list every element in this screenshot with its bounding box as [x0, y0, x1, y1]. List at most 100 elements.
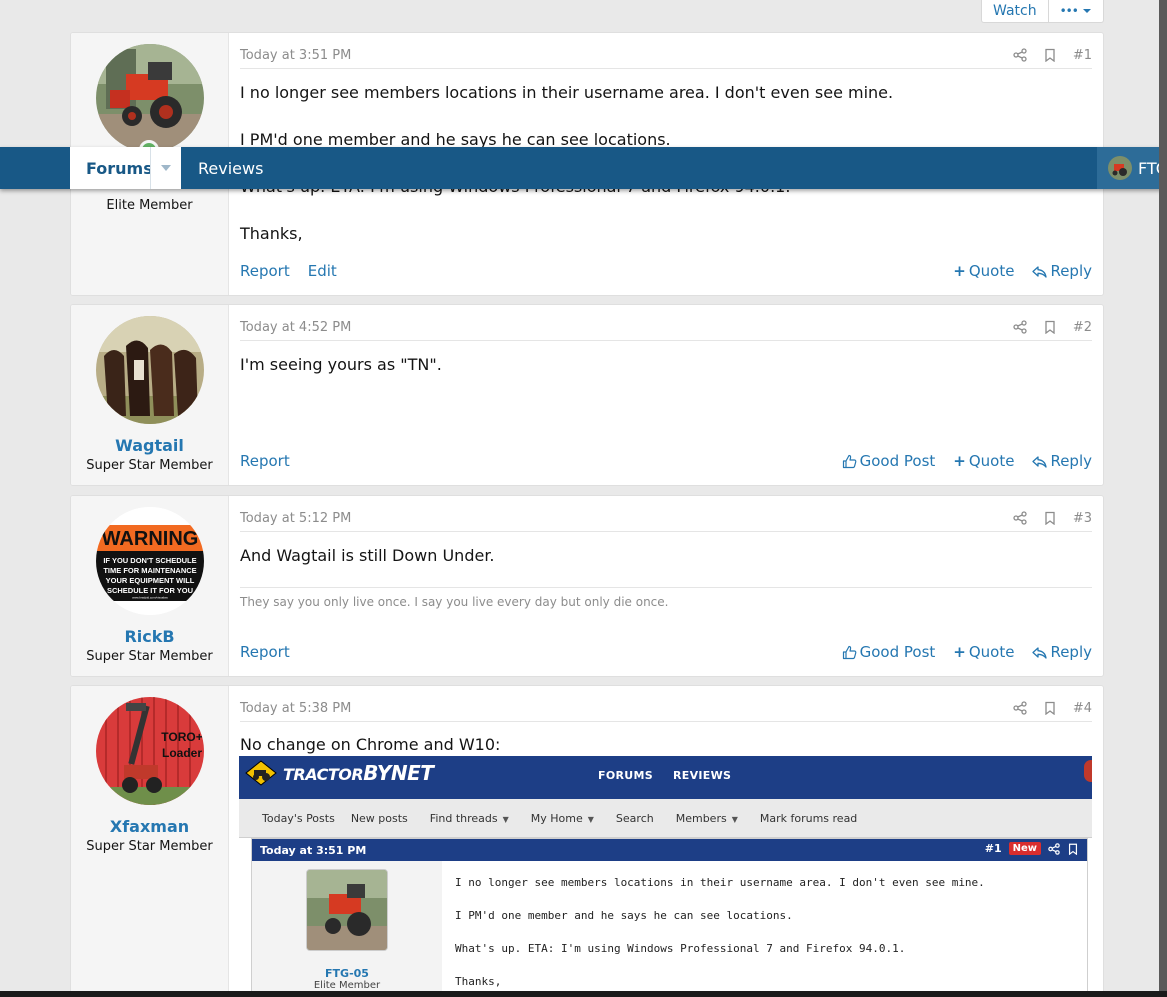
post-user-cell: WARNING IF YOU DON'T SCHEDULE TIME FOR M… [71, 496, 229, 676]
more-label: ••• [1059, 4, 1079, 18]
screenshot-subnav: Today's Posts New posts Find threads ▼ My… [239, 799, 1092, 838]
avatar[interactable]: TORO+ Loader [95, 697, 204, 805]
warning-title: WARNING [101, 528, 198, 550]
screenshot-avatar [306, 869, 388, 951]
reply-label: Reply [1050, 643, 1092, 661]
share-icon[interactable] [1013, 48, 1027, 62]
screenshot-wordmark: TRACTORBYNET [283, 761, 434, 785]
tractor-avatar-image [95, 44, 204, 152]
username-link[interactable]: Wagtail [115, 436, 184, 455]
bookmark-icon[interactable] [1043, 320, 1057, 334]
watch-button[interactable]: Watch [982, 0, 1048, 22]
screenshot-tractor-image [307, 870, 387, 950]
reply-button[interactable]: Reply [1032, 262, 1092, 280]
reply-button[interactable]: Reply [1032, 643, 1092, 661]
plus-icon: + [953, 262, 966, 280]
warning-line: YOUR EQUIPMENT WILL [105, 576, 194, 585]
nav-tab-forums[interactable]: Forums [70, 147, 181, 189]
plus-icon: + [953, 643, 966, 661]
sticky-navbar: Forums Reviews FTC [0, 147, 1167, 189]
user-title: Super Star Member [86, 458, 213, 473]
warning-url: www.bradyid.com/visualwo [132, 596, 168, 600]
quote-button[interactable]: + Quote [953, 262, 1014, 280]
post-body: And Wagtail is still Down Under. [240, 544, 1092, 568]
report-link[interactable]: Report [240, 262, 290, 280]
post-main: Today at 4:52 PM #2 I'm seeing yours as … [229, 305, 1103, 485]
username-link[interactable]: Xfaxman [110, 817, 189, 836]
warning-line: TIME FOR MAINTENANCE [103, 566, 196, 575]
screenshot-line: What's up. ETA: I'm using Windows Profes… [455, 942, 906, 955]
post-number[interactable]: #3 [1073, 511, 1092, 526]
report-link[interactable]: Report [240, 643, 290, 661]
nav-tractor-avatar-image [1108, 156, 1132, 180]
screenshot-share-icon [1048, 842, 1060, 855]
nav-avatar [1108, 156, 1132, 180]
screenshot-username: FTG-05 [325, 967, 369, 980]
post-footer: Report Good Post + Quote Reply [240, 643, 1092, 661]
post-line: Thanks, [240, 224, 303, 243]
post-line: I'm seeing yours as "TN". [240, 355, 442, 374]
good-post-button[interactable]: Good Post [842, 643, 936, 661]
quote-button[interactable]: + Quote [953, 452, 1014, 470]
user-title: Super Star Member [86, 839, 213, 854]
screenshot-nav-reviews: REVIEWS [673, 769, 732, 782]
thread-actions: Watch ••• [981, 0, 1104, 23]
quote-label: Quote [968, 262, 1015, 280]
nav-forums-dropdown[interactable] [150, 147, 181, 189]
thumbs-up-icon [842, 645, 856, 659]
post-2: Wagtail Super Star Member Today at 4:52 … [70, 304, 1104, 486]
reply-button[interactable]: Reply [1032, 452, 1092, 470]
screenshot-subnav-item: Members ▼ [675, 811, 738, 825]
screenshot-subnav-item: Search [615, 811, 654, 825]
share-icon[interactable] [1013, 701, 1027, 715]
avatar[interactable] [95, 316, 204, 424]
nav-forums-label: Forums [86, 158, 153, 178]
post-line: No change on Chrome and W10: [240, 735, 501, 754]
post-main: Today at 5:12 PM #3 And Wagtail is still… [229, 496, 1103, 676]
horses-avatar-image [95, 316, 204, 424]
more-options-button[interactable]: ••• [1047, 0, 1103, 22]
screenshot-new-badge: New [1008, 842, 1041, 855]
quote-button[interactable]: + Quote [953, 643, 1014, 661]
bookmark-icon[interactable] [1043, 48, 1057, 62]
screenshot-line: I no longer see members locations in the… [455, 876, 985, 889]
user-title: Elite Member [106, 198, 193, 213]
caret-down-icon [1082, 9, 1091, 13]
wordmark-tractor: TRACTOR [283, 765, 364, 784]
window-frame-right [1159, 0, 1167, 997]
edit-link[interactable]: Edit [308, 262, 337, 280]
reply-label: Reply [1050, 452, 1092, 470]
post-number[interactable]: #2 [1073, 320, 1092, 335]
post-meta: Today at 5:38 PM #4 [240, 686, 1092, 722]
post-time[interactable]: Today at 5:12 PM [240, 511, 351, 526]
embedded-screenshot[interactable]: TRACTORBYNET FORUMS REVIEWS Today's Post… [239, 756, 1092, 997]
good-post-button[interactable]: Good Post [842, 452, 936, 470]
screenshot-subnav-item: My Home ▼ [530, 811, 594, 825]
screenshot-line: I PM'd one member and he says he can see… [455, 909, 793, 922]
avatar[interactable]: WARNING IF YOU DON'T SCHEDULE TIME FOR M… [95, 507, 204, 615]
screenshot-post-time: Today at 3:51 PM [260, 843, 367, 857]
plus-icon: + [953, 452, 966, 470]
good-post-label: Good Post [859, 643, 936, 661]
good-post-label: Good Post [859, 452, 936, 470]
post-time[interactable]: Today at 3:51 PM [240, 48, 351, 63]
nav-account[interactable]: FTC [1097, 147, 1167, 189]
post-time[interactable]: Today at 4:52 PM [240, 320, 351, 335]
post-time[interactable]: Today at 5:38 PM [240, 701, 351, 716]
post-number[interactable]: #1 [1073, 48, 1092, 63]
post-line: And Wagtail is still Down Under. [240, 546, 495, 565]
bookmark-icon[interactable] [1043, 701, 1057, 715]
report-link[interactable]: Report [240, 452, 290, 470]
share-icon[interactable] [1013, 511, 1027, 525]
username-link[interactable]: RickB [124, 627, 174, 646]
screenshot-user-cell: FTG-05 Elite Member [252, 861, 442, 997]
share-icon[interactable] [1013, 320, 1027, 334]
bookmark-icon[interactable] [1043, 511, 1057, 525]
signature: They say you only live once. I say you l… [240, 587, 1092, 609]
tractor-logo-icon [245, 760, 277, 786]
post-user-cell: Wagtail Super Star Member [71, 305, 229, 485]
avatar[interactable] [95, 44, 204, 152]
nav-tab-reviews[interactable]: Reviews [198, 147, 263, 189]
reply-icon [1032, 265, 1048, 278]
post-number[interactable]: #4 [1073, 701, 1092, 716]
